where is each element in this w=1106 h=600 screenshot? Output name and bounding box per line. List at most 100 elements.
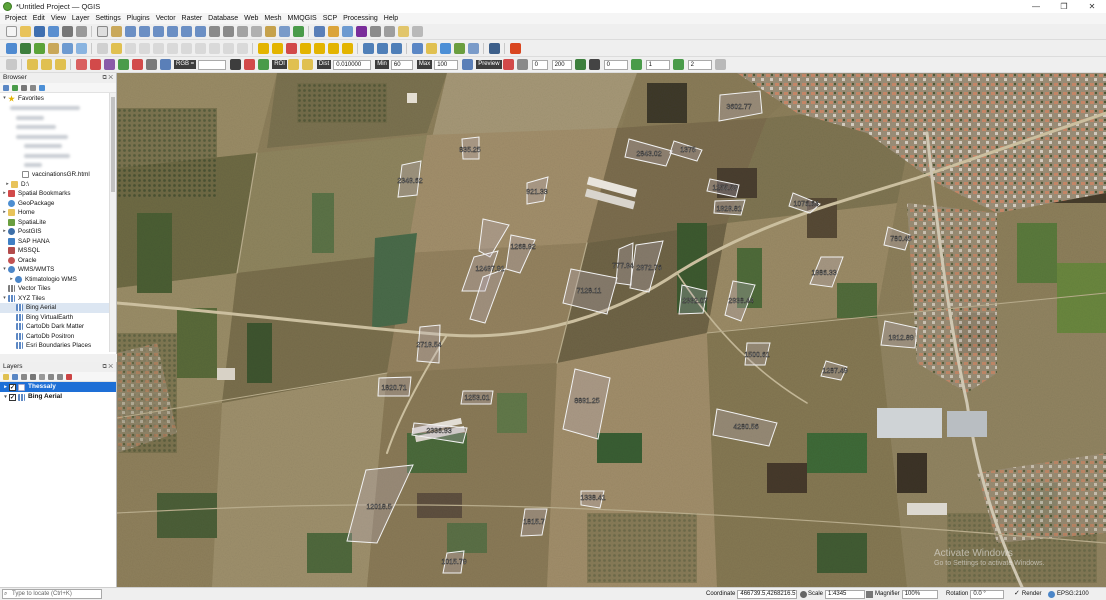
browser-item-bing-virtualearth[interactable]: Bing VirtualEarth <box>0 313 116 323</box>
roi-redo-icon[interactable] <box>243 59 255 70</box>
menu-layer[interactable]: Layer <box>69 13 93 24</box>
remove-preview-icon[interactable] <box>575 59 587 70</box>
zoom-preview-icon[interactable] <box>461 59 473 70</box>
menu-web[interactable]: Web <box>241 13 261 24</box>
current-edits-icon[interactable] <box>96 42 108 54</box>
band-number-input[interactable]: 0 <box>603 59 628 70</box>
pin-labels-icon[interactable] <box>271 42 283 54</box>
book-icon[interactable] <box>488 42 500 54</box>
data-source-manager-icon[interactable] <box>5 42 17 54</box>
band-arrow-icon[interactable] <box>631 59 643 70</box>
browser-item-ktimatologio-wms[interactable]: ▸ Ktimatologio WMS <box>0 275 116 285</box>
menu-scp[interactable]: SCP <box>320 13 340 24</box>
highlight-labels-icon[interactable] <box>285 42 297 54</box>
expand-arrow-icon[interactable]: ▾ <box>1 94 8 104</box>
zoom-last-icon[interactable] <box>208 26 220 37</box>
new-geopackage-icon[interactable] <box>19 42 31 54</box>
new-project-icon[interactable] <box>5 26 17 37</box>
browser-item-oracle[interactable]: Oracle <box>0 256 116 266</box>
browser-item-mssql[interactable]: MSSQL <box>0 246 116 256</box>
band-value-2-input[interactable]: 2 <box>687 59 712 70</box>
zoom-next-icon[interactable] <box>222 26 234 37</box>
browser-item-sap-hana[interactable]: SAP HANA <box>0 237 116 247</box>
dist-input[interactable]: 0.010000 <box>333 59 372 70</box>
menu-raster[interactable]: Raster <box>179 13 206 24</box>
browser-item-drive-d[interactable]: ▸ D:\ <box>0 180 116 190</box>
browser-item-vector-tiles[interactable]: Vector Tiles <box>0 284 116 294</box>
pan-to-selection-icon[interactable] <box>110 26 122 37</box>
magnifier-field[interactable]: 100% <box>901 589 938 599</box>
aerial-imagery[interactable]: 3602.77 835.25 2843.02 1375 2349.62 1255… <box>117 73 1106 587</box>
new-map-view-icon[interactable] <box>236 26 248 37</box>
zoom-layer-icon[interactable] <box>180 26 192 37</box>
change-label-icon[interactable] <box>327 42 339 54</box>
toggle-editing-icon[interactable] <box>110 42 122 54</box>
delete-selected-icon[interactable] <box>166 42 178 54</box>
menu-processing[interactable]: Processing <box>340 13 381 24</box>
classification-preview-icon[interactable] <box>503 59 515 70</box>
add-selected-icon[interactable] <box>3 84 9 91</box>
standard-deviation-icon[interactable] <box>145 59 157 70</box>
filter-expression-icon[interactable] <box>39 373 45 380</box>
toolbox-icon[interactable] <box>383 26 395 37</box>
scp-tool-2-icon[interactable] <box>376 42 388 54</box>
menu-mesh[interactable]: Mesh <box>261 13 284 24</box>
refresh-icon[interactable] <box>292 26 304 37</box>
new-3d-view-icon[interactable] <box>250 26 262 37</box>
browser-item-xyz-tiles[interactable]: ▾ XYZ Tiles <box>0 294 116 304</box>
preview-redo-icon[interactable] <box>517 59 529 70</box>
maximize-button[interactable]: ❐ <box>1050 0 1078 13</box>
show-hide-labels-icon[interactable] <box>341 42 353 54</box>
band-value-input[interactable]: 1 <box>645 59 670 70</box>
layer-item-bing-aerial[interactable]: ▾ Bing Aerial <box>0 392 116 403</box>
browser-item-postgis[interactable]: ▸ PostGIS <box>0 227 116 237</box>
locator-search-input[interactable]: ⌕ Type to locate (Ctrl+K) <box>2 589 102 599</box>
scp-logo-icon[interactable] <box>509 42 521 54</box>
browser-item-home[interactable]: ▸ Home <box>0 208 116 218</box>
python-console-icon[interactable] <box>411 42 423 54</box>
max-input[interactable]: 100 <box>434 59 459 70</box>
attribute-table-icon[interactable] <box>341 26 353 37</box>
scp-extra-icon[interactable] <box>715 59 727 70</box>
expand-arrow-icon[interactable]: ▸ <box>2 382 9 392</box>
render-checkbox-icon[interactable]: ✓ <box>1014 589 1020 599</box>
browser-item-favorites[interactable]: ▾ Favorites <box>0 94 116 104</box>
move-label-icon[interactable] <box>299 42 311 54</box>
coordinate-field[interactable]: 466739.5,4268216.5 <box>737 589 798 599</box>
zoom-temp-roi-icon[interactable] <box>159 59 171 70</box>
menu-view[interactable]: View <box>48 13 69 24</box>
expand-arrow-icon[interactable]: ▾ <box>1 265 8 275</box>
expand-arrow-icon[interactable]: ▸ <box>1 189 8 199</box>
manage-map-themes-icon[interactable] <box>21 373 27 380</box>
copy-features-icon[interactable] <box>194 42 206 54</box>
menu-edit[interactable]: Edit <box>30 13 48 24</box>
browser-item-spatialite[interactable]: SpatiaLite <box>0 218 116 228</box>
scp-home-icon[interactable] <box>75 59 87 70</box>
render-toggle[interactable]: ✓ Render <box>1014 589 1042 599</box>
map-canvas[interactable]: 3602.77 835.25 2843.02 1375 2349.62 1255… <box>117 73 1106 587</box>
grid-icon[interactable] <box>467 42 479 54</box>
collapse-all-icon[interactable] <box>30 84 36 91</box>
minimize-button[interactable]: — <box>1022 0 1050 13</box>
menu-project[interactable]: Project <box>2 13 30 24</box>
preview-size-input[interactable]: 200 <box>551 59 572 70</box>
scrollbar-thumb[interactable] <box>111 97 115 192</box>
expand-all-icon[interactable] <box>48 373 54 380</box>
menu-help[interactable]: Help <box>381 13 401 24</box>
local-cumulative-cut-icon[interactable] <box>131 59 143 70</box>
collapse-all-icon[interactable] <box>57 373 63 380</box>
print-layout-icon[interactable] <box>61 26 73 37</box>
filter-icon[interactable] <box>21 84 27 91</box>
roi-plus-icon[interactable] <box>302 59 314 70</box>
redo-icon[interactable] <box>236 42 248 54</box>
toggle-extents-icon[interactable] <box>800 590 808 598</box>
measure-icon[interactable] <box>369 26 381 37</box>
plugin-icon[interactable] <box>425 42 437 54</box>
browser-scrollbar[interactable] <box>109 93 116 352</box>
rectangle-select-icon[interactable] <box>26 59 38 70</box>
bookmark-icon[interactable] <box>264 26 276 37</box>
zoom-in-icon[interactable] <box>124 26 136 37</box>
freehand-select-icon[interactable] <box>54 59 66 70</box>
browser-item-cartodb-positron[interactable]: CartoDb Positron <box>0 332 116 342</box>
select-features-icon[interactable] <box>327 26 339 37</box>
